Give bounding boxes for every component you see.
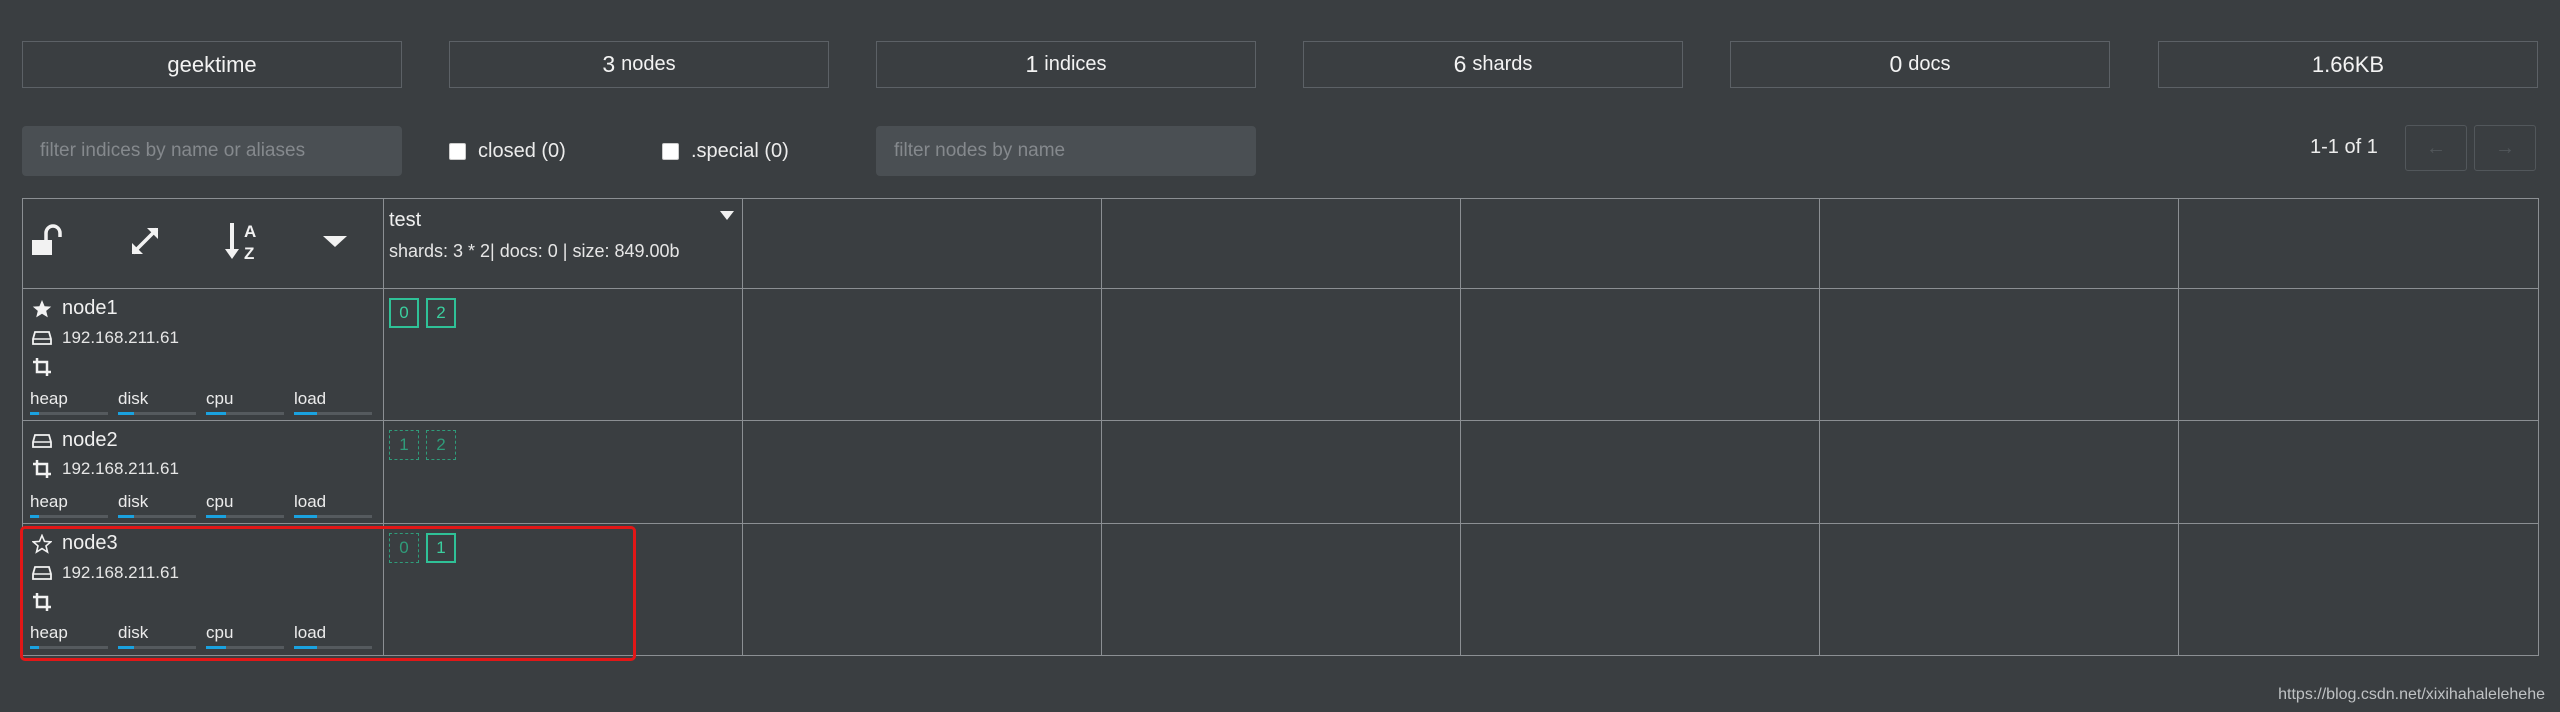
cluster-name-box: geektime <box>22 41 402 88</box>
filter-indices-placeholder: filter indices by name or aliases <box>40 140 306 161</box>
expand-icon[interactable] <box>123 219 167 263</box>
metric-bar-heap <box>30 515 108 518</box>
node1-extra <box>32 357 62 377</box>
shard-replica[interactable]: 2 <box>426 430 456 460</box>
shard-primary[interactable]: 2 <box>426 298 456 328</box>
indices-count-box: 1 indices <box>876 41 1256 88</box>
caret-down-icon[interactable] <box>313 219 357 263</box>
metric-label-disk: disk <box>118 389 149 408</box>
node1-name: node1 <box>32 297 118 320</box>
hard-drive-icon <box>32 328 52 348</box>
metric-label-load: load <box>294 492 327 511</box>
filter-nodes-placeholder: filter nodes by name <box>894 140 1066 161</box>
metric-bar-fill <box>206 515 226 518</box>
nodes-unit: nodes <box>621 53 676 75</box>
shard-replica[interactable]: 1 <box>389 430 419 460</box>
sort-alpha-icon[interactable]: AZ <box>221 219 265 263</box>
metric-bar-disk <box>118 515 196 518</box>
metric-bar-fill <box>118 515 134 518</box>
metric-bar-heap <box>30 412 108 415</box>
shards-count-box: 6 shards <box>1303 41 1683 88</box>
closed-checkbox[interactable]: closed (0) <box>449 137 566 165</box>
docs-unit: docs <box>1908 53 1951 75</box>
metric-bar-load <box>294 412 372 415</box>
nodes-count-box: 3 nodes <box>449 41 829 88</box>
special-label: .special (0) <box>691 139 789 162</box>
index-menu-caret-icon[interactable] <box>720 211 734 220</box>
nodes-count: 3 <box>602 51 616 77</box>
metric-bar-cpu <box>206 412 284 415</box>
closed-checkbox-box[interactable] <box>449 142 466 160</box>
metric-bar-cpu <box>206 515 284 518</box>
cluster-name: geektime <box>167 51 257 77</box>
crop-icon <box>32 357 52 377</box>
svg-text:Z: Z <box>244 244 254 263</box>
watermark: https://blog.csdn.net/xixihahalelehehe <box>2278 686 2545 703</box>
crop-icon <box>32 459 52 479</box>
metric-bar-fill <box>294 515 318 518</box>
arrow-right-icon: → <box>2495 136 2515 159</box>
cluster-size: 1.66KB <box>2311 51 2385 77</box>
shards-count: 6 <box>1453 51 1467 77</box>
metric-bar-fill <box>118 412 134 415</box>
metric-bar-load <box>294 515 372 518</box>
metric-bar-fill <box>30 412 40 415</box>
next-page-button[interactable]: → <box>2474 125 2536 171</box>
metric-bar-fill <box>30 515 40 518</box>
metric-label-load: load <box>294 389 327 408</box>
special-checkbox-box[interactable] <box>662 142 679 160</box>
arrow-left-icon: ← <box>2426 136 2446 159</box>
pager-text: 1-1 of 1 <box>2310 136 2378 158</box>
prev-page-button[interactable]: ← <box>2405 125 2467 171</box>
hard-drive-icon <box>32 431 52 451</box>
filter-nodes-input[interactable]: filter nodes by name <box>876 126 1256 176</box>
node2-name: node2 <box>32 429 118 452</box>
index-info: shards: 3 * 2| docs: 0 | size: 849.00b <box>389 241 680 261</box>
metric-label-cpu: cpu <box>206 389 234 408</box>
metric-label-heap: heap <box>30 492 68 511</box>
closed-label: closed (0) <box>478 139 566 162</box>
index-name[interactable]: test <box>389 209 421 232</box>
metric-bar-fill <box>206 412 226 415</box>
metric-label-heap: heap <box>30 389 68 408</box>
node1-ip: 192.168.211.61 <box>32 328 179 348</box>
shard-primary[interactable]: 0 <box>389 298 419 328</box>
indices-unit: indices <box>1044 53 1107 75</box>
docs-count: 0 <box>1889 51 1903 77</box>
unlock-icon[interactable] <box>25 219 69 263</box>
metric-bar-disk <box>118 412 196 415</box>
highlight-box <box>20 526 636 661</box>
size-box: 1.66KB <box>2158 41 2538 88</box>
star-filled-icon <box>32 299 52 319</box>
metric-label-cpu: cpu <box>206 492 234 511</box>
metric-label-disk: disk <box>118 492 149 511</box>
metric-bar-fill <box>294 412 318 415</box>
node2-ip: 192.168.211.61 <box>32 459 179 479</box>
svg-text:A: A <box>244 222 256 241</box>
special-checkbox[interactable]: .special (0) <box>662 137 789 165</box>
filter-indices-input[interactable]: filter indices by name or aliases <box>22 126 402 176</box>
shards-unit: shards <box>1472 53 1533 75</box>
docs-count-box: 0 docs <box>1730 41 2110 88</box>
indices-count: 1 <box>1025 51 1039 77</box>
